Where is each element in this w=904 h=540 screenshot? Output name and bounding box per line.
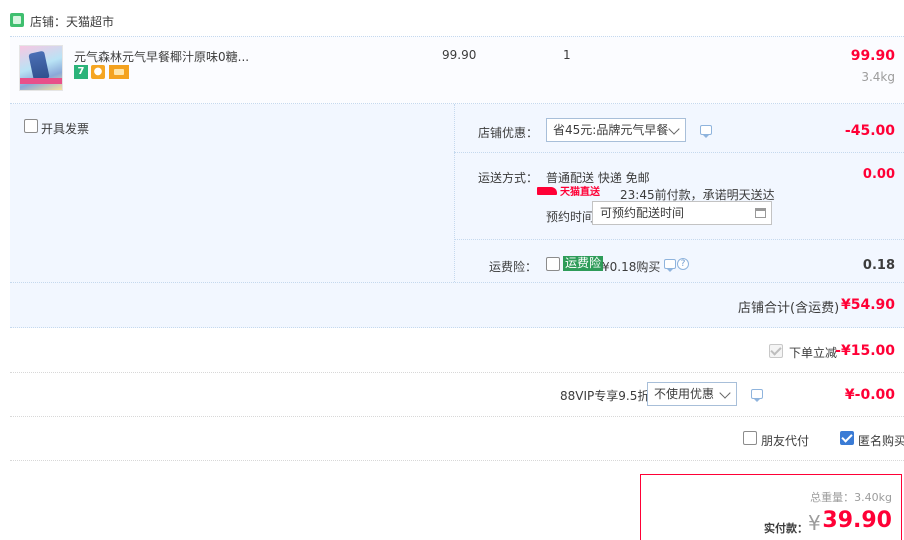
invoice-checkbox[interactable]	[24, 119, 38, 133]
guarantee-icon: ●	[91, 65, 105, 79]
product-thumbnail[interactable]	[19, 45, 63, 91]
pay-amount-label: 实付款：	[764, 522, 808, 535]
calendar-icon[interactable]	[755, 208, 766, 218]
anonymous-checkbox[interactable]	[840, 431, 854, 445]
invoice-label: 开具发票	[41, 122, 90, 136]
item-weight: 3.4kg	[861, 70, 895, 84]
message-icon[interactable]	[700, 125, 712, 138]
vip-discount-label: 88VIP专享9.5折	[560, 389, 650, 403]
item-subtotal: 99.90	[850, 48, 895, 64]
shop-discount-select[interactable]: 省45元:品牌元气早餐	[546, 118, 686, 142]
reserve-time-label: 预约时间	[546, 210, 595, 224]
chevron-down-icon	[719, 387, 731, 399]
message-icon[interactable]	[664, 259, 676, 272]
shipping-label: 运送方式：	[478, 171, 539, 185]
order-discount-checkbox	[769, 344, 783, 358]
help-icon[interactable]: ?	[677, 258, 689, 270]
insurance-price: ¥0.18购买	[602, 260, 661, 274]
vip-discount-select[interactable]: 不使用优惠	[647, 382, 737, 406]
shop-total-amount: ¥54.90	[840, 297, 895, 313]
shipping-amount: 0.00	[862, 167, 895, 182]
chevron-down-icon	[668, 123, 680, 135]
unit-price: 99.90	[442, 48, 477, 62]
currency-symbol: ¥	[808, 511, 821, 535]
insurance-amount: 0.18	[862, 258, 895, 273]
total-weight: 总重量：3.40kg	[810, 491, 892, 504]
shop-header: 店铺：天猫超市	[0, 0, 904, 36]
insurance-tag: 运费险	[563, 256, 604, 271]
credit-card-icon	[109, 65, 129, 79]
seven-day-return-icon: 7	[74, 65, 88, 79]
order-discount-label: 下单立减	[789, 346, 838, 360]
shop-name[interactable]: 店铺：天猫超市	[30, 13, 114, 30]
anonymous-label: 匿名购买	[858, 434, 904, 448]
order-item-row: 元气森林元气早餐椰汁原味0糖... 7 ● 99.90 1 99.90 3.4k…	[10, 36, 904, 104]
reserve-time-input[interactable]: 可预约配送时间	[592, 201, 772, 225]
quantity: 1	[563, 48, 571, 62]
friend-pay-label: 朋友代付	[761, 434, 810, 448]
order-discount-amount: -¥15.00	[835, 343, 895, 359]
insurance-checkbox[interactable]	[546, 257, 560, 271]
shop-discount-label: 店铺优惠：	[478, 126, 539, 140]
tmall-cart-icon	[537, 187, 557, 195]
shop-total-label: 店铺合计(含运费)	[738, 301, 840, 316]
insurance-label: 运费险：	[489, 260, 538, 274]
friend-pay-checkbox[interactable]	[743, 431, 757, 445]
shipping-method: 普通配送 快递 免邮	[546, 171, 650, 185]
pay-amount: 39.90	[822, 508, 892, 533]
tmall-shop-icon	[10, 13, 24, 27]
payment-summary: 总重量：3.40kg 实付款： ¥ 39.90	[640, 474, 902, 540]
message-icon[interactable]	[751, 389, 763, 402]
product-title[interactable]: 元气森林元气早餐椰汁原味0糖...	[74, 48, 249, 65]
shop-discount-amount: -45.00	[844, 123, 895, 139]
tmall-direct-badge: 天猫直送	[537, 187, 603, 199]
vip-discount-amount: ¥-0.00	[844, 387, 895, 403]
